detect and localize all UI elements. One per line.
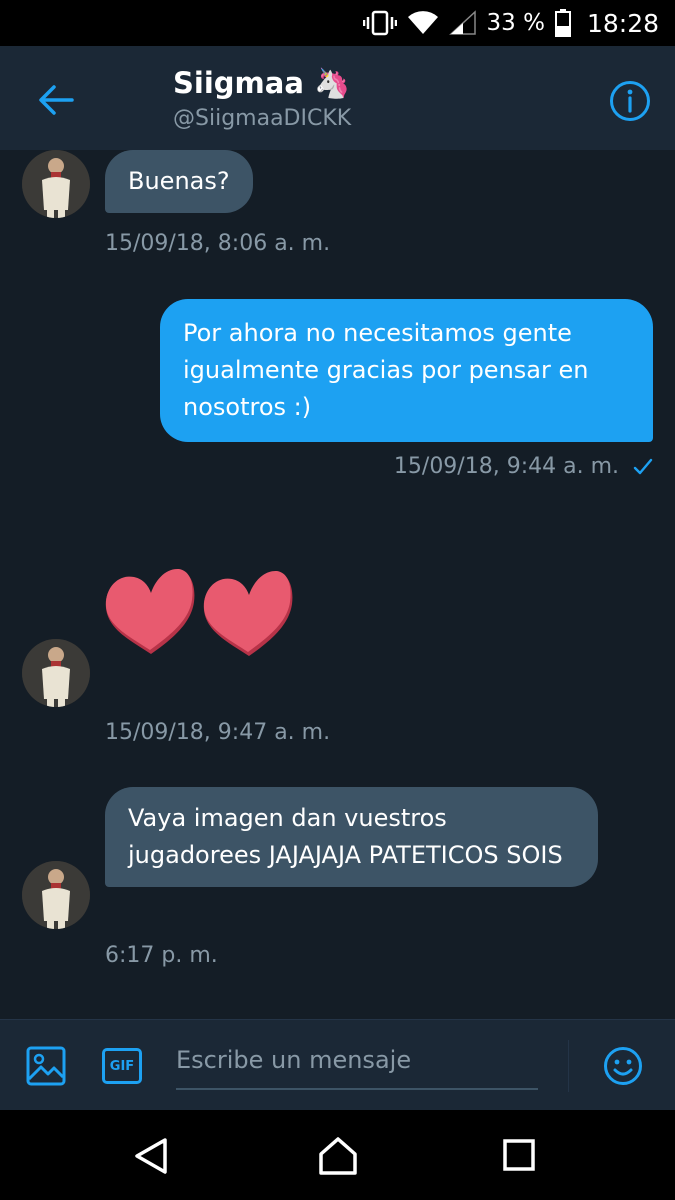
nav-back-button[interactable] [131,1136,171,1176]
smiley-icon [604,1047,642,1085]
status-bar: 33 % 18:28 [0,0,675,46]
message-timestamp-row: 15/09/18, 9:44 a. m. [394,454,653,479]
message-timestamp: 6:17 p. m. [105,943,218,968]
square-recents-icon [503,1139,535,1171]
signal-icon [448,10,476,35]
heart-icon [105,568,195,654]
image-icon [26,1046,66,1086]
nav-home-button[interactable] [317,1136,359,1176]
battery-icon [554,9,571,37]
avatar[interactable] [22,861,90,929]
gif-button[interactable]: GIF [102,1048,142,1084]
message-timestamp: 15/09/18, 9:44 a. m. [393,454,619,479]
clock: 18:28 [586,8,659,38]
heart-icon [203,570,293,656]
hearts-emoji[interactable] [103,566,298,658]
emoji-button[interactable] [603,1046,643,1086]
nav-recents-button[interactable] [502,1138,536,1172]
wifi-icon [407,11,438,34]
battery-percent: 33 % [486,10,545,36]
profile-photo [22,150,90,218]
divider [568,1040,569,1092]
arrow-left-icon [39,85,74,115]
avatar[interactable] [22,150,90,218]
message-bubble-incoming[interactable]: Vaya imagen dan vuestros jugadorees JAJA… [105,787,598,887]
message-input[interactable] [176,1040,538,1090]
system-navigation-bar [0,1110,675,1200]
checkmark-icon [633,458,653,474]
contact-handle: @SiigmaaDICKK [173,106,352,131]
message-bubble-outgoing[interactable]: Por ahora no necesitamos gente igualment… [160,299,653,442]
info-button[interactable] [605,76,655,126]
triangle-back-icon [135,1138,167,1174]
message-timestamp: 15/09/18, 9:47 a. m. [105,720,331,745]
unicorn-emoji: 🦄 [314,66,351,100]
profile-photo [22,861,90,929]
vibrate-icon [362,10,397,36]
back-button[interactable] [26,76,86,126]
message-composer: GIF [0,1019,675,1110]
message-bubble-incoming[interactable]: Buenas? [105,150,253,213]
profile-photo [22,639,90,707]
avatar[interactable] [22,639,90,707]
conversation-header: Siigmaa 🦄 @SiigmaaDICKK [0,46,675,150]
home-icon [319,1137,357,1175]
contact-name: Siigmaa 🦄 [173,66,351,100]
info-icon [610,81,650,121]
add-photo-button[interactable] [26,1046,66,1086]
message-timestamp: 15/09/18, 8:06 a. m. [105,231,331,256]
